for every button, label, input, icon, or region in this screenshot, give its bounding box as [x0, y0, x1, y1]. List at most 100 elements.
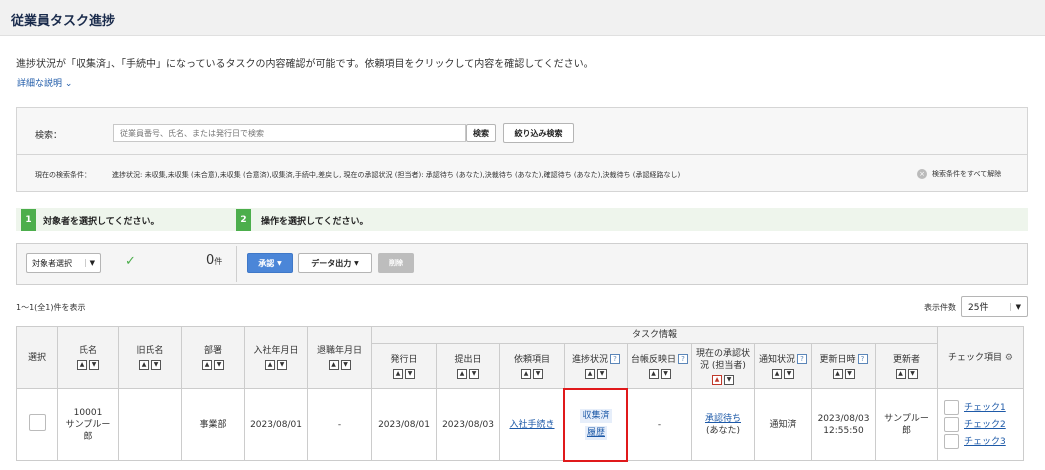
sort-asc-icon[interactable]: ▲ [648, 368, 659, 379]
task-table: 選択 氏名 ▲ ▼ 旧氏名 ▲ ▼ 部署 ▲ ▼ 入社年月日 ▲ ▼ 退職年月日 ▲ ▼ タスク情報… [16, 326, 1024, 461]
updater-name: サンプルー郎 [884, 413, 929, 436]
sort-asc-icon[interactable]: ▲ [393, 368, 403, 379]
sort-desc-icon[interactable]: ▼ [89, 360, 99, 370]
sort-asc-icon[interactable]: ▲ [772, 368, 782, 379]
col-name-label: 氏名 [78, 346, 97, 356]
check-item[interactable]: チェック1 [944, 400, 1023, 415]
operations-panel [16, 243, 1028, 285]
per-page-value: 25件 [968, 303, 989, 313]
search-button[interactable]: 検索 [466, 124, 496, 142]
clear-icon: × [917, 169, 927, 179]
caret-down-icon: ▼ [354, 259, 359, 267]
sort-controls: ▲ ▼ [832, 368, 855, 379]
help-icon[interactable]: ? [797, 354, 807, 364]
sort-asc-icon[interactable]: ▲ [457, 368, 467, 379]
sort-desc-icon[interactable]: ▼ [214, 360, 224, 370]
filter-search-button[interactable]: 絞り込み検索 [503, 123, 574, 143]
gear-icon[interactable]: ⚙ [1005, 353, 1013, 363]
sort-desc-icon[interactable]: ▼ [533, 368, 543, 379]
col-updater: 更新者 ▲ ▼ [875, 343, 938, 389]
sort-desc-icon[interactable]: ▼ [340, 360, 351, 370]
select-target-label: 対象者選択 [32, 258, 72, 268]
delete-button[interactable]: 削除 [378, 253, 414, 273]
sort-asc-icon[interactable]: ▲ [712, 374, 722, 385]
sort-asc-icon[interactable]: ▲ [328, 360, 339, 370]
col-request-item-label: 依頼項目 [513, 354, 550, 365]
detail-link[interactable]: 詳細な説明 ⌄ [17, 76, 72, 89]
sort-asc-icon[interactable]: ▲ [585, 368, 595, 379]
step-2-number: 2 [236, 209, 251, 231]
sort-asc-icon[interactable]: ▲ [832, 368, 843, 379]
sort-desc-icon[interactable]: ▼ [784, 368, 794, 379]
approve-label: 承認 [258, 258, 275, 268]
sort-desc-icon[interactable]: ▼ [405, 368, 415, 379]
row-select-cell [16, 388, 58, 461]
check-item-checkbox[interactable] [944, 400, 959, 415]
caret-down-icon: ▼ [1009, 302, 1021, 311]
caret-down-icon: ▼ [277, 259, 282, 267]
col-old-name: 旧氏名 ▲ ▼ [118, 326, 182, 389]
steps-bar [16, 208, 1028, 231]
select-target-dropdown[interactable]: 対象者選択 ▼ [26, 253, 101, 273]
col-select: 選択 [16, 326, 58, 389]
sort-desc-icon[interactable]: ▼ [724, 374, 734, 385]
check-item-link[interactable]: チェック3 [964, 436, 1006, 448]
clear-conditions-label: 検索条件をすべて解除 [932, 170, 1002, 178]
help-icon[interactable]: ? [857, 354, 868, 364]
sort-desc-icon[interactable]: ▼ [660, 368, 671, 379]
sort-desc-icon[interactable]: ▼ [597, 368, 607, 379]
help-icon[interactable]: ? [678, 354, 688, 364]
sort-desc-icon[interactable]: ▼ [469, 368, 479, 379]
per-page-select[interactable]: 25件 ▼ [961, 296, 1028, 317]
sort-desc-icon[interactable]: ▼ [844, 368, 855, 379]
approve-button[interactable]: 承認 ▼ [247, 253, 293, 273]
col-approval-label: 現在の承認状況 (担当者) [695, 348, 750, 371]
col-updated-at: 更新日時? ▲ ▼ [811, 343, 876, 389]
issue-date-cell: 2023/08/01 [371, 388, 437, 461]
check-item-link[interactable]: チェック1 [964, 402, 1006, 414]
col-progress: 進捗状況? ▲ ▼ [564, 343, 628, 389]
check-item-checkbox[interactable] [944, 417, 959, 432]
export-button[interactable]: データ出力 ▼ [298, 253, 372, 273]
col-progress-label: 進捗状況 [571, 354, 608, 365]
conditions-label: 現在の検索条件： [35, 171, 91, 179]
check-items-cell: チェック1 チェック2 チェック3 [937, 388, 1024, 461]
check-item-link[interactable]: チェック2 [964, 419, 1006, 431]
updated-date: 2023/08/03 [817, 413, 870, 424]
request-item-link[interactable]: 入社手続き [509, 420, 554, 430]
col-dept-label: 部署 [203, 346, 222, 356]
check-item[interactable]: チェック3 [944, 434, 1023, 449]
check-icon: ✓ [125, 254, 136, 269]
sort-controls: ▲ ▼ [139, 360, 161, 370]
row-checkbox[interactable] [28, 414, 46, 431]
sort-asc-icon[interactable]: ▲ [265, 360, 275, 370]
sort-asc-icon[interactable]: ▲ [521, 368, 531, 379]
notify-cell: 通知済 [754, 388, 812, 461]
check-item[interactable]: チェック2 [944, 417, 1023, 432]
col-request-item: 依頼項目 ▲ ▼ [499, 343, 565, 389]
col-updated-label: 更新日時 [819, 354, 856, 365]
clear-conditions-button[interactable]: × 検索条件をすべて解除 [917, 169, 1001, 179]
help-icon[interactable]: ? [610, 354, 620, 364]
header-bar [0, 0, 1045, 36]
col-dept: 部署 ▲ ▼ [181, 326, 245, 389]
old-name-cell [118, 388, 182, 461]
sort-asc-icon[interactable]: ▲ [202, 360, 212, 370]
search-input[interactable] [113, 124, 466, 142]
sort-asc-icon[interactable]: ▲ [895, 368, 906, 379]
sort-asc-icon[interactable]: ▲ [77, 360, 87, 370]
updated-cell: 2023/08/03 12:55:50 [811, 388, 876, 461]
sort-desc-icon[interactable]: ▼ [277, 360, 287, 370]
col-submit-date-label: 提出日 [454, 354, 482, 365]
col-ledger-date: 台帳反映日? ▲ ▼ [627, 343, 692, 389]
approval-link[interactable]: 承認待ち [692, 413, 754, 425]
sort-controls: ▲ ▼ [265, 360, 287, 370]
sort-desc-icon[interactable]: ▼ [907, 368, 918, 379]
sort-controls: ▲ ▼ [712, 374, 734, 385]
join-date-cell: 2023/08/01 [244, 388, 308, 461]
detail-link-label[interactable]: 詳細な説明 [17, 79, 62, 89]
sort-desc-icon[interactable]: ▼ [151, 360, 161, 370]
check-item-checkbox[interactable] [944, 434, 959, 449]
search-divider [16, 154, 1028, 155]
sort-asc-icon[interactable]: ▲ [139, 360, 149, 370]
